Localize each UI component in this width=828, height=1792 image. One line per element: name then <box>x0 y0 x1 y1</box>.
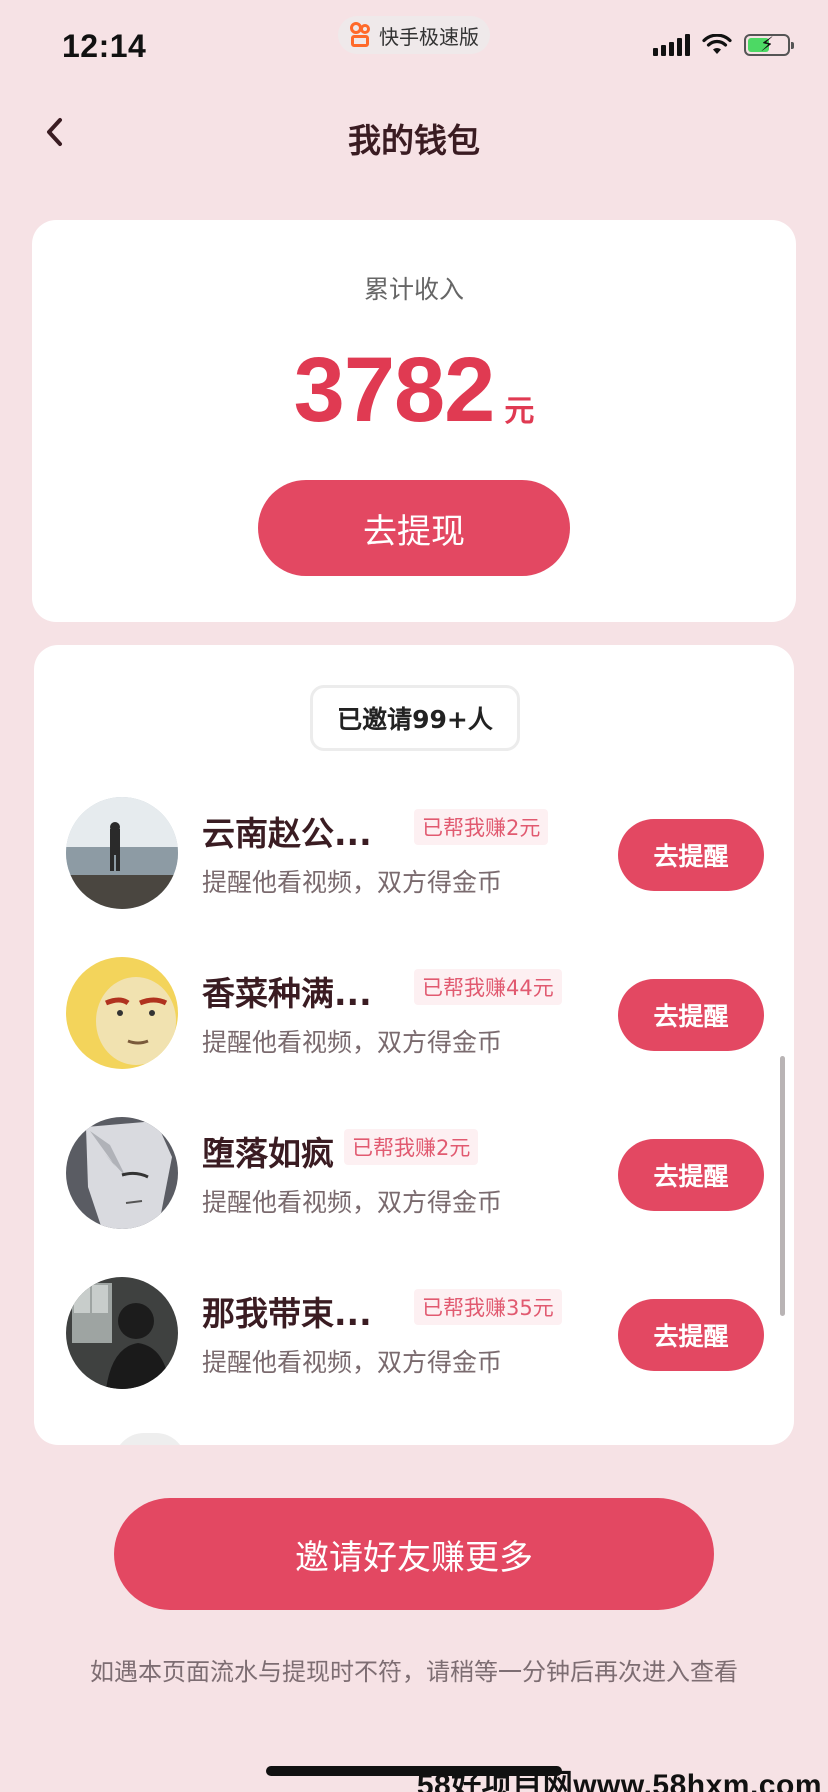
friend-name: 云南赵公... <box>202 814 372 853</box>
earned-tag: 已帮我赚2元 <box>344 1129 479 1165</box>
income-unit: 元 <box>504 394 535 429</box>
app-indicator-pill[interactable]: 快手极速版 <box>338 16 490 54</box>
avatar[interactable] <box>66 1117 178 1229</box>
friend-name: 那我带束... <box>202 1294 372 1333</box>
avatar <box>114 1433 186 1445</box>
friend-name: 堕落如疯 <box>202 1134 334 1173</box>
avatar[interactable] <box>66 797 178 909</box>
friend-row: 香菜种满... 已帮我赚44元 提醒他看视频，双方得金币 去提醒 <box>34 957 794 1077</box>
wifi-icon <box>702 34 732 54</box>
remind-button[interactable]: 去提醒 <box>618 1299 764 1371</box>
friend-subtitle: 提醒他看视频，双方得金币 <box>202 1028 503 1057</box>
earned-tag: 已帮我赚35元 <box>414 1289 562 1325</box>
friend-row: 那我带束... 已帮我赚35元 提醒他看视频，双方得金币 去提醒 <box>34 1277 794 1397</box>
remind-button[interactable]: 去提醒 <box>618 1139 764 1211</box>
header: 我的钱包 <box>0 100 828 176</box>
page-title: 我的钱包 <box>348 121 480 160</box>
battery-charging-icon: ⚡ <box>744 33 794 56</box>
status-bar: 12:14 快手极速版 ⚡ <box>0 0 828 96</box>
earned-tag: 已帮我赚2元 <box>414 809 549 845</box>
app-name: 快手极速版 <box>379 24 479 49</box>
friend-row: 堕落如疯 已帮我赚2元 提醒他看视频，双方得金币 去提醒 <box>34 1117 794 1237</box>
status-time: 12:14 <box>62 28 147 64</box>
income-label: 累计收入 <box>363 275 464 304</box>
withdraw-button[interactable]: 去提现 <box>258 480 570 576</box>
earned-tag: 已帮我赚44元 <box>414 969 562 1005</box>
friend-subtitle: 提醒他看视频，双方得金币 <box>202 868 503 897</box>
kuaishou-logo-icon <box>349 22 373 48</box>
cellular-signal-icon <box>653 34 690 56</box>
friend-name: 香菜种满... <box>202 974 372 1013</box>
income-amount: 3782 元 <box>32 338 796 443</box>
remind-button[interactable]: 去提醒 <box>618 819 764 891</box>
status-icons: ⚡ <box>653 33 794 56</box>
remind-button[interactable]: 去提醒 <box>618 979 764 1051</box>
friend-subtitle: 提醒他看视频，双方得金币 <box>202 1188 503 1217</box>
friend-subtitle: 提醒他看视频，双方得金币 <box>202 1348 503 1377</box>
watermark: 58好项目网www.58hxm.com <box>416 1769 822 1792</box>
avatar[interactable] <box>66 957 178 1069</box>
avatar[interactable] <box>66 1277 178 1389</box>
scrollbar[interactable] <box>780 1056 785 1316</box>
notice-text: 如遇本页面流水与提现时不符，请稍等一分钟后再次进入查看 <box>90 1658 738 1686</box>
invite-count-badge: 已邀请99+人 <box>310 685 520 751</box>
invite-friends-button[interactable]: 邀请好友赚更多 <box>114 1498 714 1610</box>
invited-friends-card: 已邀请99+人 云南赵公... 已帮我赚2元 提醒他看视频，双方得金币 去提醒 <box>34 645 794 1445</box>
friend-row: 云南赵公... 已帮我赚2元 提醒他看视频，双方得金币 去提醒 <box>34 797 794 917</box>
income-card: 累计收入 3782 元 去提现 <box>32 220 796 622</box>
income-value: 3782 <box>293 339 496 441</box>
